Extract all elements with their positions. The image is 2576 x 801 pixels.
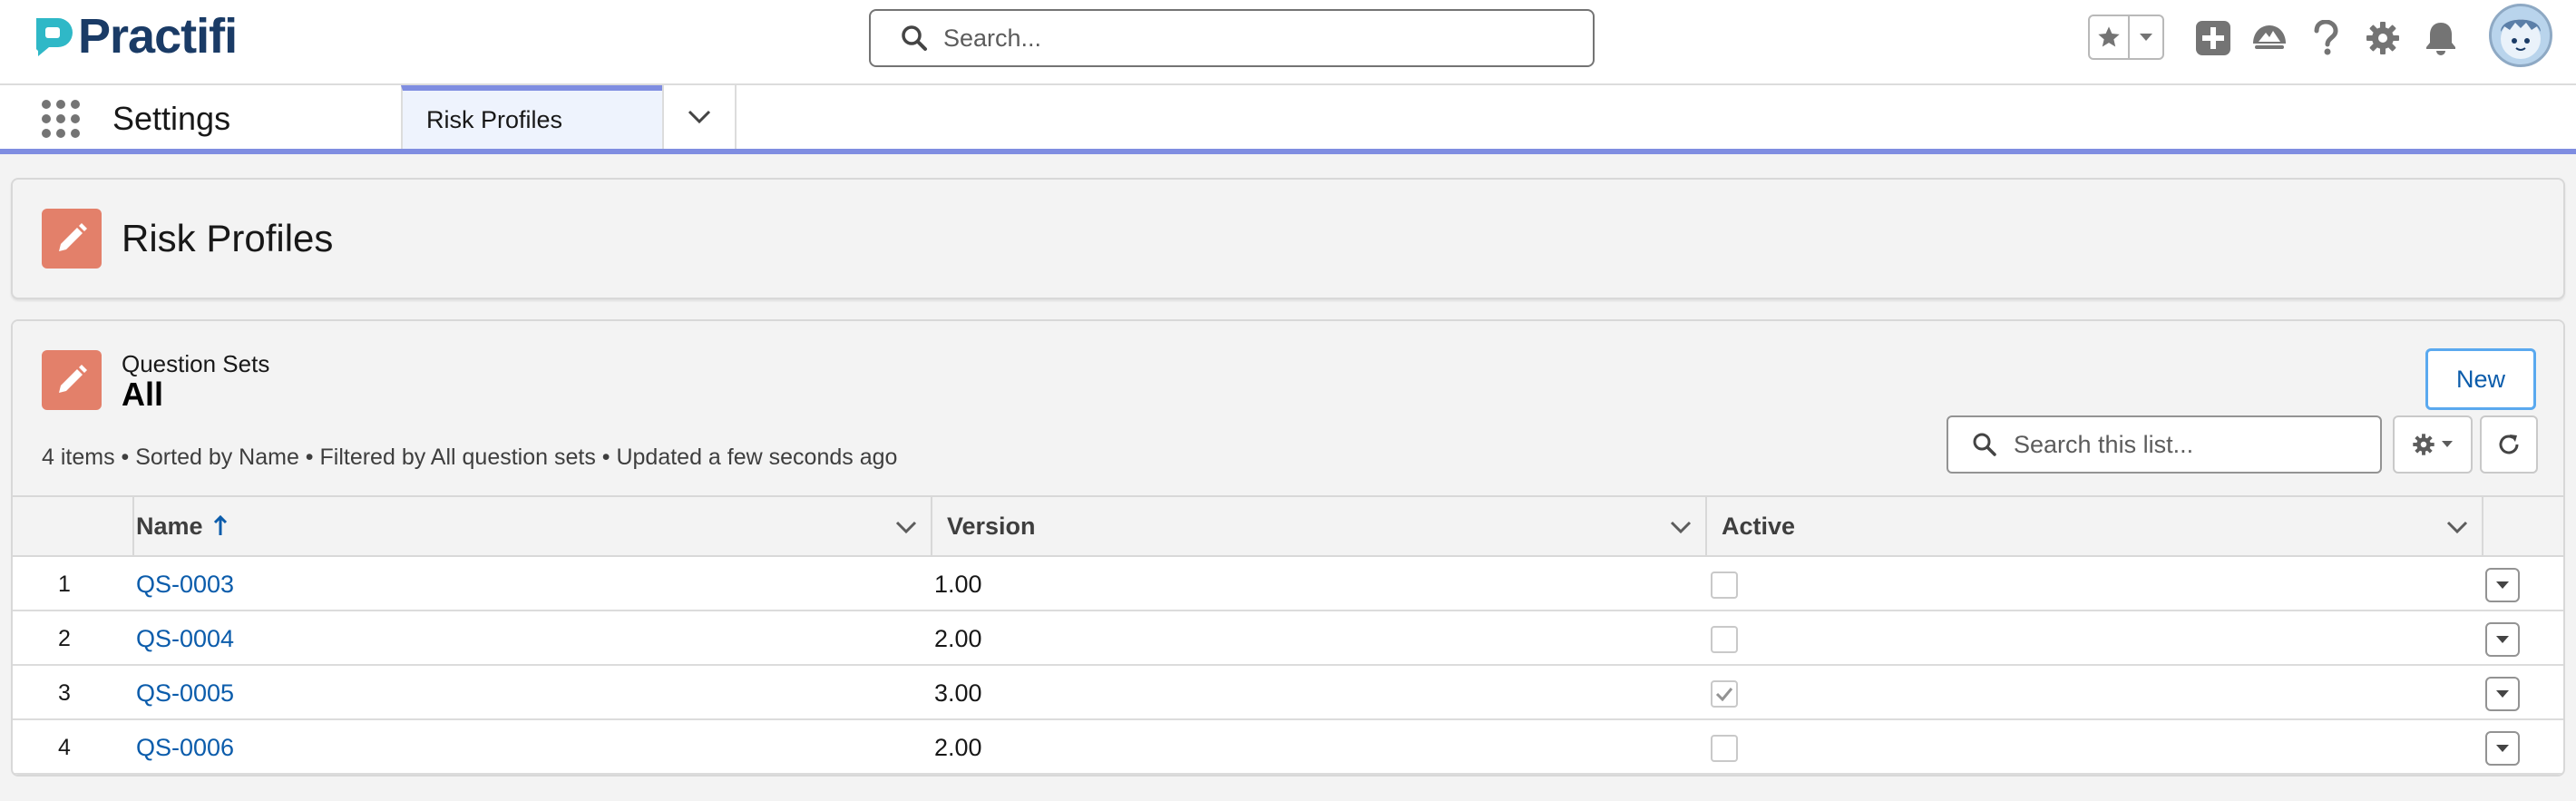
column-header-name[interactable]: Name xyxy=(134,497,932,555)
edit-pencil-icon xyxy=(42,209,102,269)
context-bar: Settings Risk Profiles xyxy=(0,85,2576,154)
tab-label: Risk Profiles xyxy=(426,105,563,133)
table-row: 2 QS-0004 2.00 xyxy=(13,611,2563,666)
active-checkbox xyxy=(1711,680,1738,708)
list-meta-info: 4 items • Sorted by Name • Filtered by A… xyxy=(42,444,898,470)
record-version: 1.00 xyxy=(934,570,982,598)
record-version: 3.00 xyxy=(934,679,982,707)
row-action-dropdown-icon[interactable] xyxy=(2485,622,2520,657)
brand-name: Practifi xyxy=(78,9,238,63)
search-icon xyxy=(1973,433,1996,456)
chevron-down-icon xyxy=(2442,441,2453,447)
list-view-card: Question Sets All 4 items • Sorted by Na… xyxy=(11,319,2565,777)
list-search-input[interactable]: Search this list... xyxy=(1947,415,2382,474)
list-view-name[interactable]: All xyxy=(122,376,163,414)
active-checkbox xyxy=(1711,626,1738,653)
global-search-input[interactable]: Search... xyxy=(869,9,1595,67)
global-header: Practifi Search... xyxy=(0,0,2576,85)
chevron-down-icon[interactable] xyxy=(1669,515,1693,539)
trailhead-icon[interactable] xyxy=(2249,18,2289,58)
table-row: 3 QS-0005 3.00 xyxy=(13,666,2563,720)
column-header-version[interactable]: Version xyxy=(932,497,1707,555)
record-name-link[interactable]: QS-0004 xyxy=(136,611,234,666)
row-action-dropdown-icon[interactable] xyxy=(2485,568,2520,602)
list-view-header: Question Sets All 4 items • Sorted by Na… xyxy=(13,321,2563,497)
row-number: 4 xyxy=(58,734,71,760)
tab-menu-chevron-down-icon[interactable] xyxy=(662,85,737,149)
column-header-label: Version xyxy=(947,512,1036,540)
column-header-label: Name xyxy=(136,512,203,540)
page-title: Risk Profiles xyxy=(122,217,334,259)
list-object-label: Question Sets xyxy=(122,350,270,377)
favorites-star-icon[interactable] xyxy=(2090,16,2130,58)
help-icon[interactable] xyxy=(2306,18,2346,58)
notifications-bell-icon[interactable] xyxy=(2421,18,2461,58)
chevron-down-icon[interactable] xyxy=(894,515,918,539)
record-version: 2.00 xyxy=(934,624,982,652)
app-name: Settings xyxy=(112,100,231,137)
row-action-dropdown-icon[interactable] xyxy=(2485,731,2520,766)
active-checkbox xyxy=(1711,571,1738,599)
list-settings-button[interactable] xyxy=(2393,415,2473,474)
row-number: 1 xyxy=(58,571,71,597)
add-icon[interactable] xyxy=(2193,18,2233,58)
app-launcher-icon[interactable] xyxy=(40,98,82,140)
page-header: Risk Profiles xyxy=(11,178,2565,299)
row-action-dropdown-icon[interactable] xyxy=(2485,677,2520,711)
list-search-placeholder: Search this list... xyxy=(2014,430,2194,458)
record-name-link[interactable]: QS-0005 xyxy=(136,666,234,720)
row-actions-header xyxy=(2483,497,2563,555)
search-icon xyxy=(902,25,927,51)
gear-icon xyxy=(2413,434,2435,455)
tab-risk-profiles[interactable]: Risk Profiles xyxy=(401,85,662,149)
table-row: 4 QS-0006 2.00 xyxy=(13,720,2563,775)
edit-pencil-icon xyxy=(42,350,102,410)
column-header-label: Active xyxy=(1722,512,1796,540)
checkmark-icon xyxy=(1715,688,1733,701)
record-name-link[interactable]: QS-0006 xyxy=(136,720,234,775)
practifi-logo[interactable]: Practifi xyxy=(31,9,238,63)
setup-gear-icon[interactable] xyxy=(2363,18,2403,58)
chevron-down-icon[interactable] xyxy=(2445,515,2469,539)
record-name-link[interactable]: QS-0003 xyxy=(136,557,234,611)
user-avatar[interactable] xyxy=(2489,4,2552,67)
table-row: 1 QS-0003 1.00 xyxy=(13,557,2563,611)
row-number: 2 xyxy=(58,625,71,651)
row-number-header xyxy=(13,497,134,555)
sort-ascending-arrow-icon xyxy=(213,515,227,535)
active-checkbox xyxy=(1711,735,1738,762)
refresh-icon xyxy=(2499,435,2519,454)
row-number: 3 xyxy=(58,679,71,706)
practifi-logo-mark xyxy=(31,15,74,58)
favorites-dropdown-icon[interactable] xyxy=(2130,16,2162,58)
favorites-button-group xyxy=(2088,15,2164,60)
global-search-placeholder: Search... xyxy=(943,24,1042,52)
column-header-active[interactable]: Active xyxy=(1707,497,2483,555)
refresh-button[interactable] xyxy=(2480,415,2538,474)
record-version: 2.00 xyxy=(934,733,982,761)
new-button[interactable]: New xyxy=(2425,348,2536,410)
table-header: Name Version Active xyxy=(13,497,2563,557)
